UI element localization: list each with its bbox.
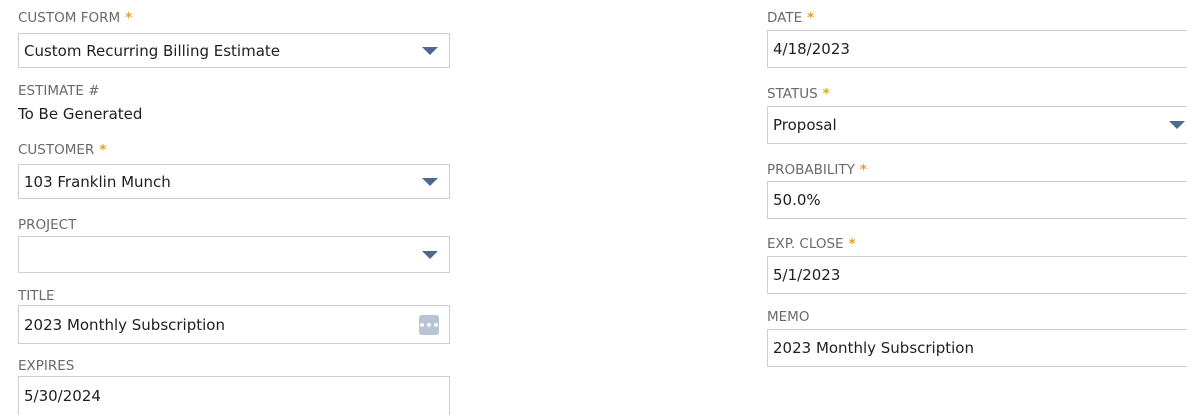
probability-value: 50.0% — [773, 191, 821, 209]
customer-value: 103 Franklin Munch — [24, 172, 171, 191]
chevron-down-icon[interactable] — [422, 178, 438, 186]
project-field: PROJECT — [18, 217, 450, 275]
status-label-text: STATUS — [767, 86, 818, 102]
chevron-down-icon[interactable] — [1169, 121, 1185, 129]
customer-label-text: CUSTOMER — [18, 142, 95, 158]
title-field: TITLE 2023 Monthly Subscription ••• — [18, 288, 450, 346]
chevron-down-icon[interactable] — [422, 47, 438, 55]
required-indicator: * — [99, 142, 107, 158]
customer-select[interactable]: 103 Franklin Munch — [18, 164, 450, 199]
date-field: DATE * 4/18/2023 — [767, 10, 1187, 68]
date-label: DATE * — [767, 10, 1187, 26]
expires-input[interactable]: 5/30/2024 — [18, 376, 450, 415]
project-select[interactable] — [18, 236, 450, 273]
expires-label: EXPIRES — [18, 358, 75, 374]
required-indicator: * — [807, 10, 815, 26]
exp-close-label: EXP. CLOSE * — [767, 236, 1187, 252]
probability-label: PROBABILITY * — [767, 162, 1187, 178]
custom-form-label-text: CUSTOM FORM — [18, 10, 121, 26]
probability-field: PROBABILITY * 50.0% — [767, 162, 1187, 220]
memo-field: MEMO 2023 Monthly Subscription — [767, 309, 1187, 367]
status-value: Proposal — [773, 116, 837, 134]
memo-value: 2023 Monthly Subscription — [773, 339, 974, 357]
estimate-number-value: To Be Generated — [18, 105, 143, 123]
required-indicator: * — [822, 86, 830, 102]
custom-form-field: CUSTOM FORM * Custom Recurring Billing Es… — [18, 10, 450, 68]
title-value: 2023 Monthly Subscription — [24, 315, 225, 334]
exp-close-value: 5/1/2023 — [773, 266, 841, 284]
customer-label: CUSTOMER * — [18, 142, 450, 158]
probability-label-text: PROBABILITY — [767, 162, 855, 178]
date-value: 4/18/2023 — [773, 40, 850, 58]
date-label-text: DATE — [767, 10, 803, 26]
memo-label: MEMO — [767, 309, 810, 325]
memo-input[interactable]: 2023 Monthly Subscription — [767, 329, 1187, 367]
customer-field: CUSTOMER * 103 Franklin Munch — [18, 142, 450, 200]
custom-form-label: CUSTOM FORM * — [18, 10, 450, 26]
project-label: PROJECT — [18, 217, 77, 233]
exp-close-field: EXP. CLOSE * 5/1/2023 — [767, 236, 1187, 294]
required-indicator: * — [859, 162, 867, 178]
custom-form-select[interactable]: Custom Recurring Billing Estimate — [18, 33, 450, 68]
probability-input[interactable]: 50.0% — [767, 181, 1187, 219]
chevron-down-icon[interactable] — [422, 251, 438, 259]
custom-form-value: Custom Recurring Billing Estimate — [24, 41, 281, 60]
exp-close-label-text: EXP. CLOSE — [767, 236, 844, 252]
date-input[interactable]: 4/18/2023 — [767, 30, 1187, 68]
exp-close-input[interactable]: 5/1/2023 — [767, 256, 1187, 294]
ellipsis-icon[interactable]: ••• — [418, 315, 440, 335]
expires-field: EXPIRES 5/30/2024 — [18, 358, 450, 415]
estimate-number-field: ESTIMATE # To Be Generated — [18, 83, 318, 123]
required-indicator: * — [848, 236, 856, 252]
expires-value: 5/30/2024 — [24, 387, 101, 405]
status-label: STATUS * — [767, 86, 1187, 102]
estimate-number-label: ESTIMATE # — [18, 83, 100, 99]
required-indicator: * — [125, 10, 133, 26]
title-input[interactable]: 2023 Monthly Subscription ••• — [18, 305, 450, 344]
title-label: TITLE — [18, 288, 55, 304]
status-field: STATUS * Proposal — [767, 86, 1187, 146]
status-select[interactable]: Proposal — [767, 106, 1187, 144]
